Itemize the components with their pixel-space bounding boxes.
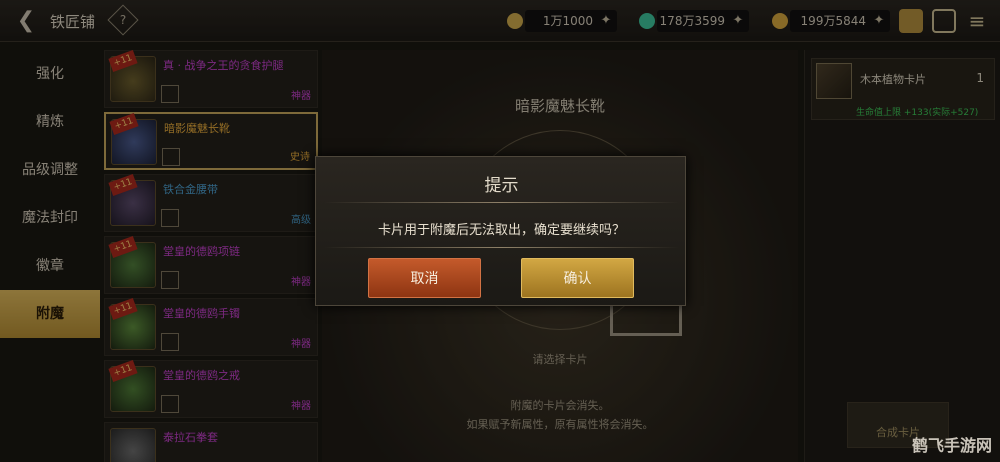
dialog-title: 提示 <box>484 176 519 196</box>
confirm-button[interactable]: 确认 <box>521 258 634 298</box>
watermark: 鹤飞手游网 <box>911 436 992 455</box>
dialog-message: 卡片用于附魔后无法取出，确定要继续吗？ <box>377 223 625 238</box>
cancel-button[interactable]: 取消 <box>368 258 481 298</box>
divider <box>324 202 679 203</box>
confirm-dialog: 提示 卡片用于附魔后无法取出，确定要继续吗？ 取消 确认 <box>315 156 686 306</box>
divider <box>324 247 679 248</box>
